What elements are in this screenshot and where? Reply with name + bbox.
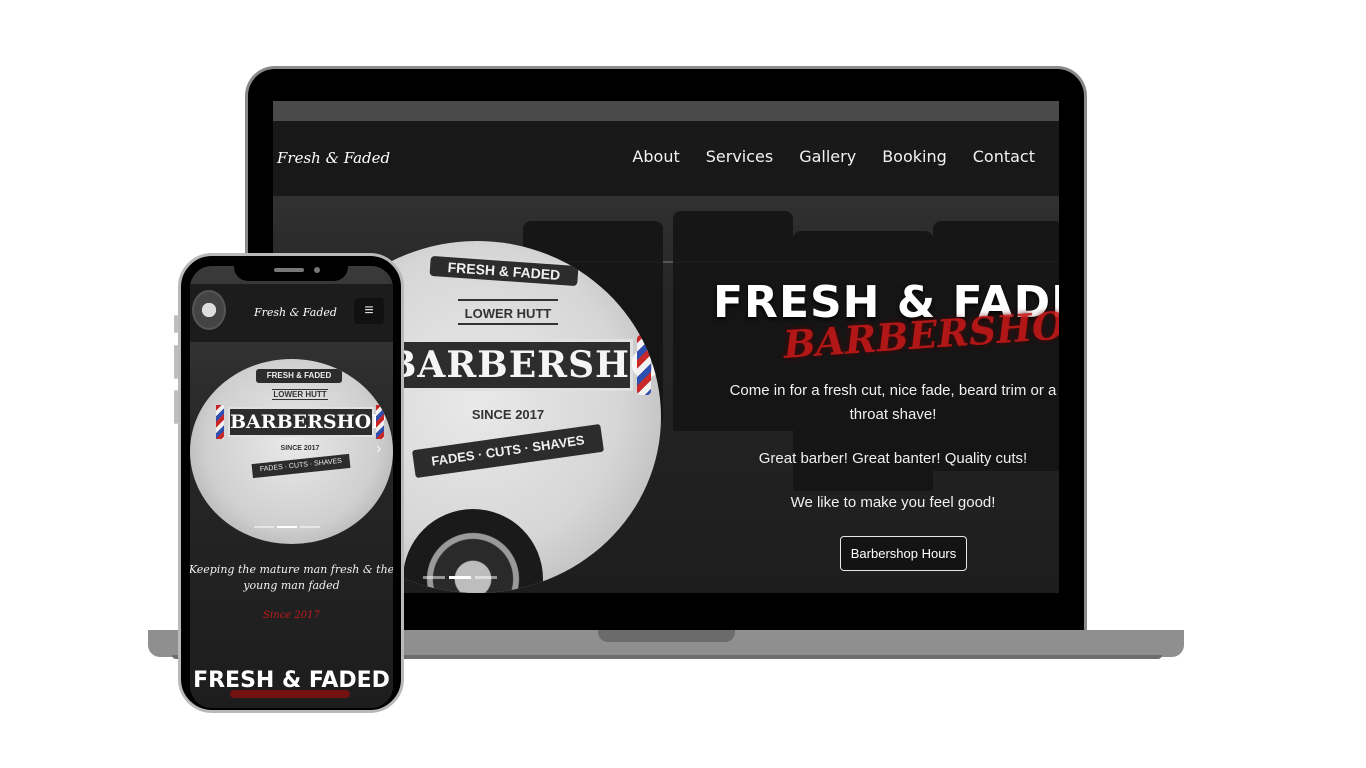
- device-mockup-stage: Fresh & Faded About Services Gallery Boo…: [0, 0, 1366, 768]
- carousel-next-icon[interactable]: ›: [376, 440, 381, 458]
- sign-since: SINCE 2017: [280, 445, 320, 452]
- sign-banner: FRESH & FADED: [427, 253, 581, 289]
- carousel-indicator[interactable]: [475, 576, 497, 579]
- hero-line: We like to make you feel good!: [790, 494, 996, 511]
- nav-link-contact[interactable]: Contact: [973, 147, 1035, 166]
- sign-since: SINCE 2017: [471, 407, 545, 422]
- sign-main: BARBERSHOP: [228, 407, 385, 437]
- phone-since-text: Since 2017: [263, 610, 320, 621]
- phone-camera: [314, 267, 320, 273]
- carousel-next-icon[interactable]: ›: [637, 541, 646, 572]
- barbershop-hours-button[interactable]: Barbershop Hours: [840, 536, 967, 571]
- phone-brand-text[interactable]: Fresh & Faded: [254, 306, 337, 319]
- sign-ribbon: FADES · CUTS · SHAVES: [251, 453, 351, 479]
- phone-carousel-oval-photo: FRESH & FADED LOWER HUTT BARBERSHOP SINC…: [190, 359, 393, 544]
- carousel-indicator[interactable]: [300, 526, 320, 528]
- car-wheel: [403, 509, 543, 593]
- brand-logo-text[interactable]: Fresh & Faded: [277, 149, 390, 167]
- sign-banner: FRESH & FADED: [256, 369, 342, 383]
- hero-line: Come in for a fresh cut, nice fade, bear…: [729, 382, 1057, 423]
- sign-main: BARBERSHOP: [383, 339, 661, 391]
- barber-pole-icon: [216, 405, 224, 439]
- barber-pole-icon: [637, 335, 651, 395]
- carousel-indicator[interactable]: [254, 526, 274, 528]
- hero-line: Great barber! Great banter! Quality cuts…: [758, 450, 1028, 467]
- carousel-indicators: [423, 576, 497, 579]
- nav-link-gallery[interactable]: Gallery: [799, 147, 856, 166]
- nav-links: About Services Gallery Booking Contact: [632, 147, 1035, 166]
- round-logo-icon[interactable]: [192, 290, 226, 330]
- sign-ribbon: FADES · CUTS · SHAVES: [411, 423, 605, 479]
- browser-top-strip: [273, 101, 1059, 121]
- hamburger-menu-icon[interactable]: ≡: [354, 298, 384, 324]
- nav-link-about[interactable]: About: [632, 147, 679, 166]
- phone-speaker: [274, 268, 304, 272]
- laptop-hinge-notch: [598, 630, 735, 642]
- sign-location: LOWER HUTT: [458, 299, 558, 325]
- barber-pole-icon: [376, 405, 384, 439]
- phone-navbar: Fresh & Faded ≡: [190, 284, 393, 342]
- phone-script-logo: [230, 690, 350, 698]
- hero-text-block: FRESH & FADED BARBERSHOP. Come in for a …: [713, 277, 1059, 511]
- site-navbar: Fresh & Faded About Services Gallery Boo…: [273, 121, 1059, 196]
- carousel-indicator-active[interactable]: [277, 526, 297, 528]
- phone-notch: [234, 257, 348, 281]
- carousel-indicator[interactable]: [423, 576, 445, 579]
- nav-link-services[interactable]: Services: [706, 147, 773, 166]
- carousel-indicator-active[interactable]: [449, 576, 471, 579]
- phone-screen: Fresh & Faded ≡ FRESH & FADED LOWER HUTT…: [190, 266, 393, 708]
- carousel-indicators: [254, 526, 320, 528]
- nav-link-booking[interactable]: Booking: [882, 147, 947, 166]
- hero-description: Come in for a fresh cut, nice fade, bear…: [713, 379, 1059, 515]
- sign-location: LOWER HUTT: [272, 389, 328, 400]
- phone-tagline: Keeping the mature man fresh & the young…: [190, 563, 393, 592]
